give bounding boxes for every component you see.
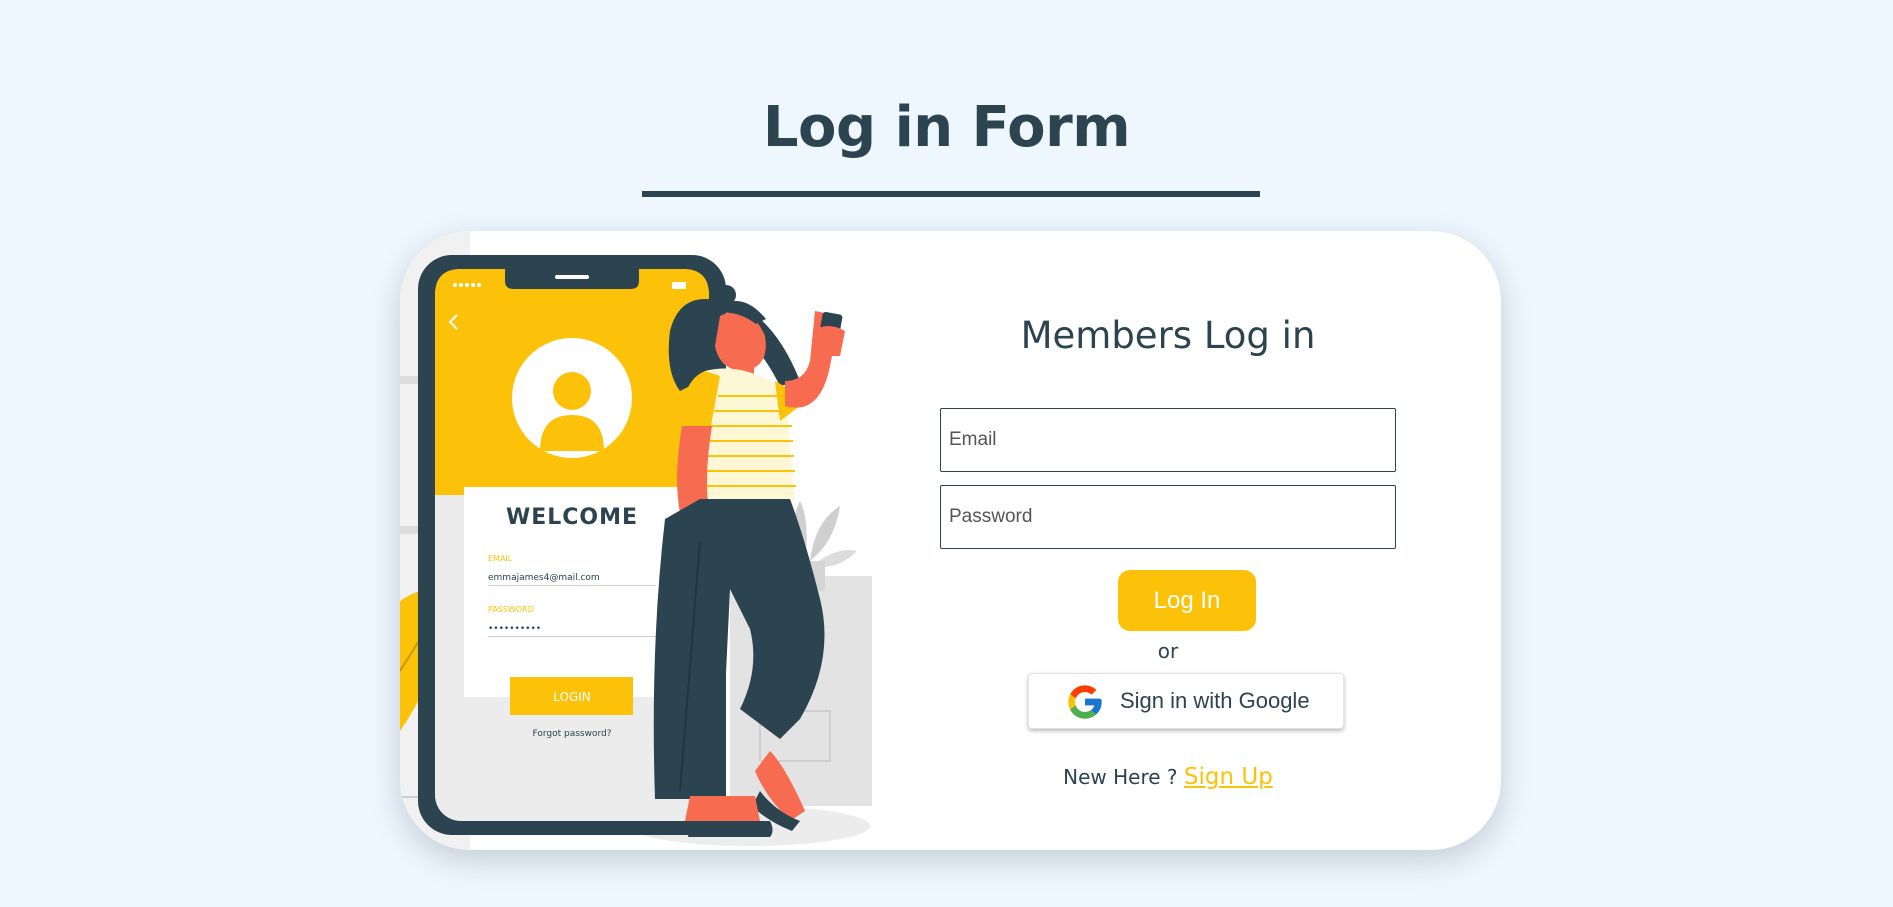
phone-password-label: PASSWORD [488,605,534,614]
google-icon [1068,685,1102,719]
title-underline [642,191,1260,197]
signup-row: New Here ? Sign Up [940,764,1396,790]
new-here-text: New Here ? [1063,765,1178,789]
phone-email-label: EMAIL [488,554,513,563]
phone-login-button-label: LOGIN [553,690,591,704]
phone-password-value: •••••••••• [488,624,541,634]
login-form: Members Log in Log In or Sign in with Go… [940,231,1420,850]
login-button[interactable]: Log In [1118,570,1256,631]
password-field[interactable] [940,485,1396,549]
phone-forgot-password: Forgot password? [532,729,611,739]
form-heading: Members Log in [1020,314,1316,357]
signup-link[interactable]: Sign Up [1184,764,1273,790]
login-card: WELCOME EMAIL emmajames4@mail.com PASSWO… [400,231,1501,850]
google-signin-button[interactable]: Sign in with Google [1028,673,1344,729]
phone-welcome-text: WELCOME [506,505,638,530]
login-illustration: WELCOME EMAIL emmajames4@mail.com PASSWO… [400,231,872,850]
or-divider-text: or [1157,639,1179,663]
google-signin-label: Sign in with Google [1120,688,1310,713]
email-field[interactable] [940,408,1396,472]
phone-email-value: emmajames4@mail.com [488,573,600,583]
page-title: Log in Form [762,95,1131,160]
